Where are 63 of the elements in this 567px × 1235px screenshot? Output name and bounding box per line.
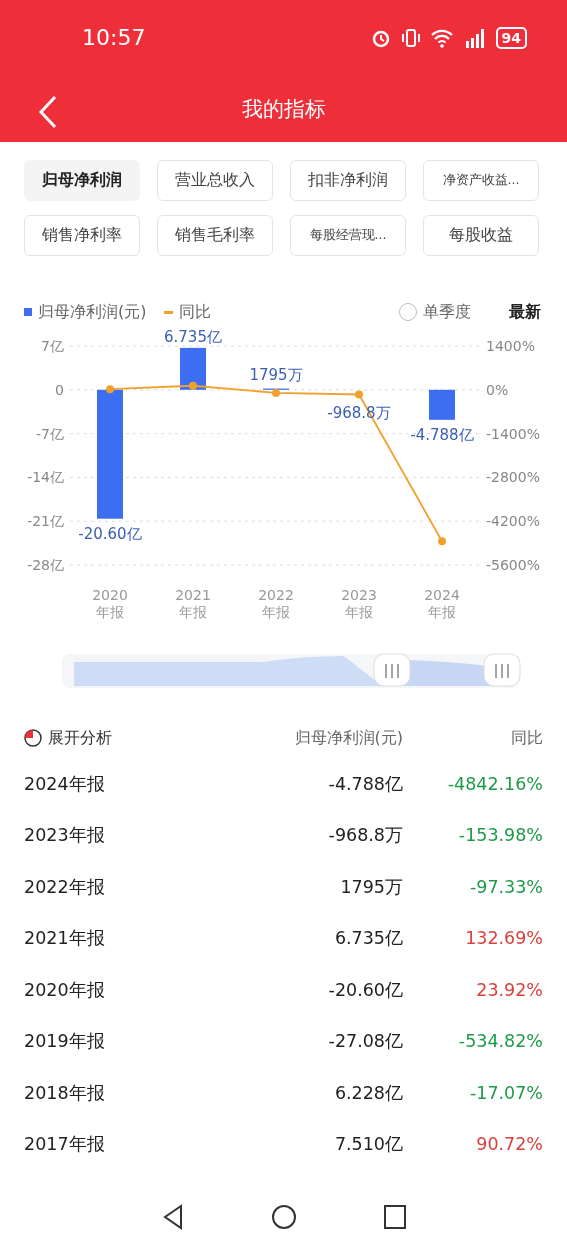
- axis-label: -1400%: [486, 425, 540, 442]
- category-label: 2022 年报: [258, 587, 294, 620]
- value-cell-text: -4.788亿: [327, 772, 403, 796]
- value-label: -4.788亿: [410, 425, 474, 444]
- value-cell-text: -20.60亿: [327, 978, 403, 1002]
- yoy-cell-text: 132.69%: [464, 928, 543, 949]
- yoy-cell-text: -534.82%: [457, 1031, 543, 1052]
- expand-analysis-button[interactable]: 展开分析: [48, 727, 112, 749]
- value-cell-text: 7.510亿: [333, 1133, 403, 1157]
- metric-tab[interactable]: 归母净利润: [24, 160, 140, 201]
- period-cell-text: 2021年报: [24, 927, 106, 951]
- axis-label: -14亿: [27, 469, 64, 486]
- axis-label: -21亿: [27, 513, 64, 530]
- period-cell-text: 2020年报: [24, 978, 106, 1002]
- value-cell-text: 1795万: [339, 875, 403, 899]
- axis-label: 0: [55, 381, 64, 398]
- period-cell-text: 2019年报: [24, 1030, 106, 1054]
- legend-label: 归母净利润(元): [38, 301, 147, 323]
- period-cell-text: 2024年报: [24, 772, 106, 796]
- value-cell-text: 6.735亿: [333, 927, 403, 951]
- page-title: 我的指标: [241, 95, 326, 123]
- yoy-cell-text: 90.72%: [475, 1134, 543, 1155]
- metric-tab[interactable]: 销售毛利率: [157, 215, 273, 256]
- value-label: 6.735亿: [164, 328, 222, 346]
- value-cell-text: -968.8万: [327, 824, 403, 848]
- yoy-cell-text: -153.98%: [457, 825, 543, 846]
- category-label: 2024 年报: [424, 587, 460, 620]
- axis-label: -4200%: [486, 513, 540, 530]
- latest-button[interactable]: 最新: [509, 301, 541, 323]
- metric-tab[interactable]: 扣非净利润: [290, 160, 406, 201]
- period-cell-text: 2018年报: [24, 1081, 106, 1105]
- axis-label: -2800%: [486, 469, 540, 486]
- period-cell-text: 2023年报: [24, 824, 106, 848]
- yoy-cell-text: -97.33%: [468, 876, 543, 897]
- value-cell-text: -27.08亿: [327, 1030, 403, 1054]
- category-label: 2020 年报: [92, 587, 128, 620]
- period-cell-text: 2017年报: [24, 1133, 106, 1157]
- radio-label: 单季度: [423, 301, 471, 323]
- metric-tab[interactable]: 销售净利率: [24, 215, 140, 256]
- yoy-cell-text: 23.92%: [475, 979, 543, 1000]
- metric-tab[interactable]: 每股经营现...: [290, 215, 406, 256]
- value-label: 1795万: [249, 365, 303, 384]
- axis-label: -28亿: [27, 557, 64, 573]
- column-header: 同比: [510, 727, 543, 749]
- period-cell-text: 2022年报: [24, 875, 106, 899]
- metric-tab[interactable]: 每股收益: [423, 215, 539, 256]
- category-label: 2021 年报: [175, 587, 211, 620]
- axis-label: 1400%: [486, 338, 535, 354]
- yoy-cell-text: -4842.16%: [446, 773, 543, 794]
- value-label: -20.60亿: [78, 524, 142, 543]
- column-header: 归母净利润(元): [293, 727, 403, 749]
- axis-label: 0%: [486, 381, 509, 398]
- metric-tab[interactable]: 净资产收益...: [423, 160, 539, 201]
- legend-label: 同比: [179, 301, 212, 323]
- axis-label: -5600%: [486, 557, 540, 573]
- yoy-cell-text: -17.07%: [468, 1082, 543, 1103]
- category-label: 2023 年报: [341, 587, 377, 620]
- axis-label: -7亿: [36, 425, 64, 442]
- metric-tab[interactable]: 营业总收入: [157, 160, 273, 201]
- axis-label: 7亿: [41, 338, 64, 354]
- battery-level: 94: [495, 26, 527, 49]
- clock: 10:57: [82, 25, 146, 50]
- value-cell-text: 6.228亿: [333, 1081, 403, 1105]
